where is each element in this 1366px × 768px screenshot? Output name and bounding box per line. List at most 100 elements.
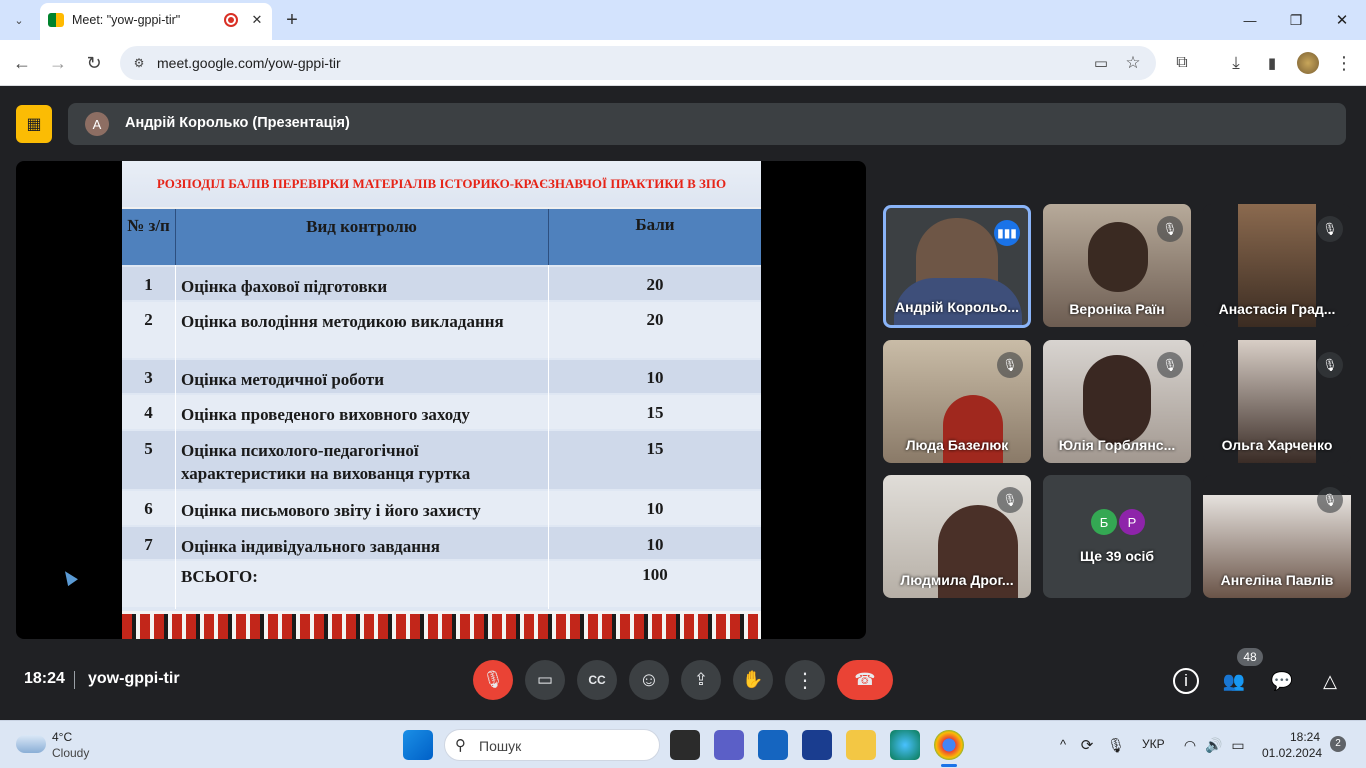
col-divider (548, 265, 549, 609)
camera-permission-icon[interactable]: ▭ (1090, 52, 1112, 74)
activities-icon[interactable]: △ (1317, 668, 1343, 694)
camera-icon: ▭ (536, 670, 554, 689)
more-options-button[interactable]: ⋮ (785, 660, 825, 700)
more-participants-label: Ще 39 осіб (1079, 548, 1155, 564)
table-row: 1 Оцінка фахової підготовки 20 (122, 267, 761, 300)
mic-off-icon: 🎙 (482, 670, 504, 689)
tab-search-chevron-icon[interactable]: ⌄ (8, 9, 30, 31)
forward-arrow-icon[interactable]: → (46, 51, 70, 75)
chrome-icon[interactable] (934, 730, 964, 760)
clock-date[interactable]: 01.02.2024 (1262, 746, 1322, 760)
camera-toggle-button[interactable]: ▭ (525, 660, 565, 700)
hand-icon: ✋ (742, 670, 764, 689)
microphone-icon[interactable]: 🎙 (1106, 735, 1126, 755)
row-kind: Оцінка письмового звіту і його захисту (181, 501, 481, 520)
people-icon[interactable]: 👥 (1221, 668, 1247, 694)
participant-video (1083, 355, 1151, 445)
captions-button[interactable]: CC (577, 660, 617, 700)
header-points: Бали (635, 215, 675, 234)
leave-call-button[interactable]: ☎ (837, 660, 893, 700)
start-windows-icon[interactable] (403, 730, 433, 760)
mouse-cursor-icon (60, 567, 78, 587)
taskbar-search[interactable]: ⚲ Пошук (444, 729, 660, 761)
mic-muted-icon: 🎙 (1157, 216, 1183, 242)
row-num: 7 (144, 535, 153, 554)
present-button[interactable]: ⇪ (681, 660, 721, 700)
chat-icon[interactable]: 💬 (1269, 668, 1295, 694)
side-panel-icon[interactable]: ▮ (1260, 51, 1284, 75)
weather-desc[interactable]: Cloudy (52, 746, 89, 760)
app-icon[interactable] (802, 730, 832, 760)
col-divider (175, 209, 176, 267)
participant-name: Андрій Корольо... (895, 299, 1019, 315)
more-participants-tile[interactable]: Б Р Ще 39 осіб (1043, 475, 1191, 598)
mic-toggle-button[interactable]: 🎙 (473, 660, 513, 700)
bookmark-star-icon[interactable]: ☆ (1122, 52, 1144, 74)
meeting-time: 18:24 (24, 670, 65, 687)
slide: РОЗПОДІЛ БАЛІВ ПЕРЕВІРКИ МАТЕРІАЛІВ ІСТО… (122, 161, 761, 639)
participant-tile[interactable]: 🎙 Людмила Дрог... (883, 475, 1031, 598)
cloud-icon[interactable] (16, 735, 46, 753)
search-placeholder: Пошук (479, 738, 522, 754)
tab-close-icon[interactable]: ✕ (246, 9, 268, 31)
participant-tile[interactable]: 🎙 Анастасія Град... (1203, 204, 1351, 327)
reload-icon[interactable]: ↻ (82, 51, 106, 75)
battery-icon[interactable]: ▭ (1228, 735, 1248, 755)
table-row: 4 Оцінка проведеного виховного заходу 15 (122, 395, 761, 429)
participant-name: Людмила Дрог... (900, 572, 1014, 588)
minimize-button[interactable]: — (1238, 8, 1262, 32)
participant-name: Люда Базелюк (905, 437, 1009, 453)
meeting-info-icon[interactable]: i (1173, 668, 1199, 694)
row-num: 2 (144, 310, 153, 329)
extensions-icon[interactable]: ⧉ (1170, 51, 1194, 75)
col-divider (548, 209, 549, 267)
participant-tile[interactable]: 🎙 Люда Базелюк (883, 340, 1031, 463)
header-num: № з/п (127, 216, 170, 235)
sync-icon[interactable]: ⟳ (1077, 735, 1097, 755)
row-kind: Оцінка володіння методикою викладання (181, 312, 504, 331)
participant-tile[interactable]: ▮▮▮ Андрій Корольо... (883, 205, 1031, 328)
task-view-icon[interactable] (670, 730, 700, 760)
present-screen-icon: ⇪ (693, 670, 709, 689)
new-tab-button[interactable]: + (280, 8, 304, 32)
weather-temp[interactable]: 4°C (52, 730, 72, 744)
download-icon[interactable]: ⤓ (1224, 51, 1248, 75)
teams-icon[interactable] (714, 730, 744, 760)
omnibox[interactable]: ⚙ meet.google.com/yow-gppi-tir ▭ ☆ (120, 46, 1156, 80)
clock-time[interactable]: 18:24 (1290, 730, 1320, 744)
reactions-button[interactable]: ☺ (629, 660, 669, 700)
close-window-button[interactable]: ✕ (1330, 8, 1354, 32)
tab-meet[interactable]: Meet: "yow-gppi-tir" ✕ (40, 3, 272, 40)
tray-chevron-icon[interactable]: ^ (1054, 735, 1072, 753)
wifi-icon[interactable]: ◠ (1180, 735, 1200, 755)
browser-menu-icon[interactable]: ⋮ (1332, 51, 1356, 75)
volume-icon[interactable]: 🔊 (1204, 735, 1224, 755)
participant-tile[interactable]: 🎙 Ангеліна Павлів (1203, 475, 1351, 598)
language-indicator[interactable]: УКР (1142, 737, 1165, 751)
row-num: 3 (144, 368, 153, 387)
profile-avatar[interactable] (1297, 52, 1319, 74)
row-points: 10 (646, 368, 664, 387)
maximize-button[interactable]: ❐ (1284, 8, 1308, 32)
meeting-code: yow-gppi-tir (88, 670, 180, 687)
tab-strip: ⌄ Meet: "yow-gppi-tir" ✕ + — ❐ ✕ (0, 0, 1366, 40)
store-icon[interactable] (758, 730, 788, 760)
stop-presenting-icon[interactable]: ▦ (16, 105, 52, 143)
participant-name: Юлія Горблянс... (1058, 437, 1176, 453)
participant-tile[interactable]: 🎙 Ольга Харченко (1203, 340, 1351, 463)
site-settings-icon[interactable]: ⚙ (130, 54, 148, 72)
raise-hand-button[interactable]: ✋ (733, 660, 773, 700)
participant-name: Ольга Харченко (1221, 437, 1333, 453)
back-arrow-icon[interactable]: ← (10, 51, 34, 75)
file-explorer-icon[interactable] (846, 730, 876, 760)
recording-icon (224, 13, 238, 27)
notification-badge[interactable]: 2 (1330, 736, 1346, 752)
url-text: meet.google.com/yow-gppi-tir (157, 55, 341, 71)
edge-icon[interactable] (890, 730, 920, 760)
search-icon: ⚲ (455, 737, 466, 754)
row-points: 20 (646, 275, 664, 294)
participant-tile[interactable]: 🎙 Юлія Горблянс... (1043, 340, 1191, 463)
table-total-row: ВСЬОГО: 100 (122, 561, 761, 607)
participant-tile[interactable]: 🎙 Вероніка Раїн (1043, 204, 1191, 327)
participant-name: Ангеліна Павлів (1220, 572, 1334, 588)
